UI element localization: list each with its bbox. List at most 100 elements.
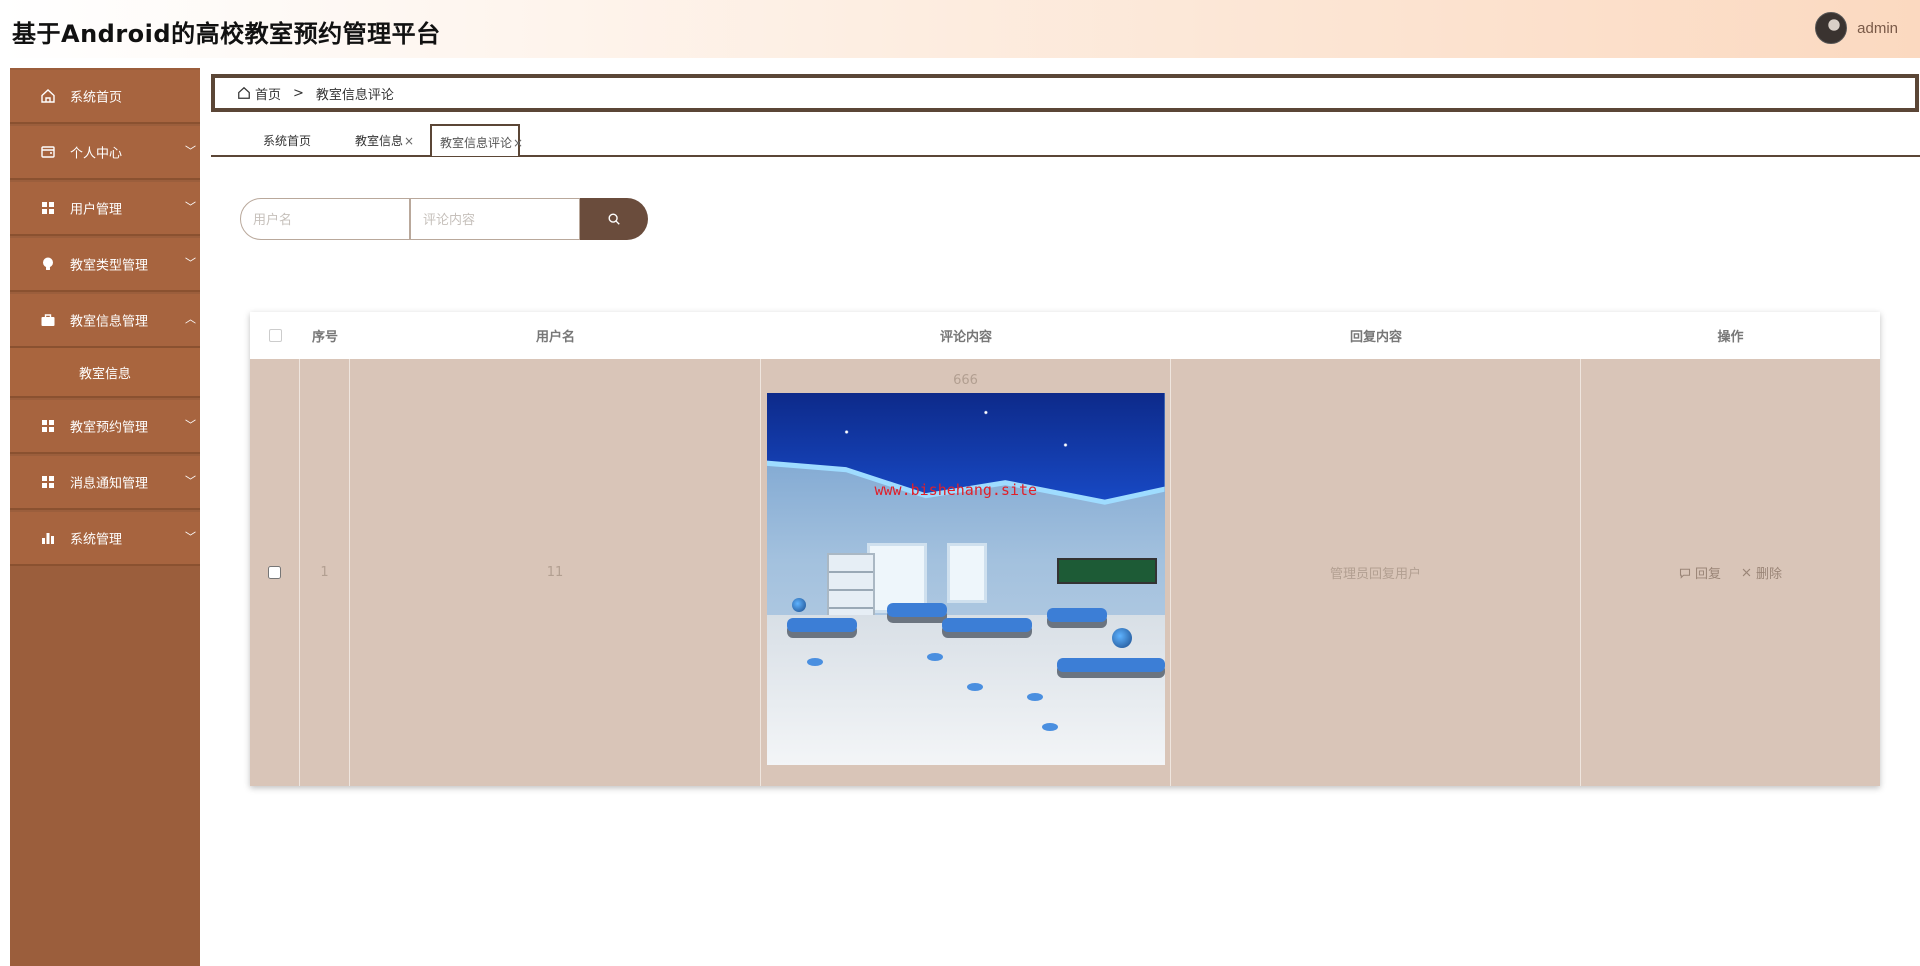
tab-home[interactable]: 系统首页 [255,124,319,156]
username-search-input[interactable] [240,198,410,240]
tab-classroom-info[interactable]: 教室信息× [347,124,422,156]
chevron-down-icon: ﹀ [185,530,196,544]
sidebar-subitem-classroom-info[interactable]: 教室信息 [10,348,200,398]
header-comment: 评论内容 [761,312,1171,359]
image-stool [966,683,983,691]
chevron-down-icon: ﹀ [185,200,196,214]
sidebar-item-label: 系统首页 [70,90,123,106]
sidebar-item-classroom-info[interactable]: 教室信息管理 ︿ [10,294,200,348]
breadcrumb-home-label: 首页 [255,87,282,103]
breadcrumb-home[interactable]: 首页 [237,84,281,103]
image-desk [941,618,1032,632]
grid-icon [42,420,54,432]
header-username-label: 用户名 [535,330,575,345]
sidebar-item-reservation[interactable]: 教室预约管理 ﹀ [10,400,200,454]
image-stool [1041,723,1058,731]
delete-button[interactable]: 删除 [1741,563,1782,582]
image-stool [1026,693,1043,701]
search-button[interactable] [580,198,648,240]
sidebar-item-label: 教室类型管理 [70,258,149,274]
comments-table: 序号 用户名 评论内容 回复内容 操作 1 11 666 www.bisheha… [250,312,1880,786]
tab-bar: 系统首页 教室信息× 教室信息评论× [211,124,1920,157]
row-reply-cell: 管理员回复用户 [1171,359,1581,786]
username-label[interactable]: admin [1857,20,1898,37]
row-index-cell: 1 [300,359,350,786]
row-select-cell [250,359,300,786]
briefcase-icon [41,314,55,326]
row-index: 1 [320,565,329,580]
reply-label: 回复 [1694,567,1721,582]
sidebar-item-label: 用户管理 [70,202,123,218]
tab-label: 系统首页 [263,134,312,148]
header-index: 序号 [300,312,350,359]
row-username: 11 [546,565,564,580]
close-icon[interactable]: × [404,134,414,148]
row-comment-cell: 666 www.bishehang.site [761,359,1171,786]
image-globe [1111,628,1132,648]
close-icon [1742,568,1751,577]
row-comment-text: 666 [953,373,978,388]
sidebar-item-label: 个人中心 [70,146,123,162]
header-select-cell [250,312,300,359]
search-icon [608,213,620,225]
sidebar-item-system[interactable]: 系统管理 ﹀ [10,512,200,566]
reply-button[interactable]: 回复 [1679,563,1721,582]
image-blackboard [1056,558,1157,584]
sidebar-item-personal-center[interactable]: 个人中心 ﹀ [10,126,200,180]
sidebar-item-user-management[interactable]: 用户管理 ﹀ [10,182,200,236]
user-menu[interactable]: admin [1815,12,1898,44]
image-window [946,543,987,603]
header-comment-label: 评论内容 [939,330,992,345]
chevron-up-icon: ︿ [185,312,196,326]
select-all-checkbox[interactable] [268,329,282,342]
tab-label: 教室信息评论 [440,136,513,150]
breadcrumb-separator: > [293,85,304,101]
image-watermark: www.bishehang.site [874,481,1038,499]
sidebar-item-label: 消息通知管理 [70,476,149,492]
grid-icon [42,202,54,214]
avatar[interactable] [1815,12,1848,44]
row-actions-cell: 回复 删除 [1581,359,1880,786]
bar-chart-icon [42,533,54,544]
chevron-down-icon: ﹀ [185,418,196,432]
sidebar-item-notifications[interactable]: 消息通知管理 ﹀ [10,456,200,510]
chevron-down-icon: ﹀ [185,474,196,488]
tab-classroom-comments[interactable]: 教室信息评论× [430,124,523,156]
header-reply: 回复内容 [1171,312,1581,359]
sidebar-item-label: 教室预约管理 [70,420,149,436]
breadcrumb: 首页 > 教室信息评论 [211,74,1919,112]
image-stool [926,653,943,661]
row-username-cell: 11 [350,359,761,786]
bulb-icon [43,257,53,270]
chevron-down-icon: ﹀ [185,256,196,270]
table-header: 序号 用户名 评论内容 回复内容 操作 [250,312,1880,359]
sidebar: 系统首页 个人中心 ﹀ 用户管理 ﹀ 教室类型管理 ﹀ 教室信息管理 ︿ 教室信… [10,68,200,966]
sidebar-item-home[interactable]: 系统首页 [10,70,200,124]
table-row: 1 11 666 www.bishehang.site 管理员回复用户 回复 删… [250,359,1880,786]
breadcrumb-current: 教室信息评论 [315,87,394,103]
header-index-label: 序号 [311,330,338,345]
delete-label: 删除 [1756,567,1783,582]
top-header: 基于Android的高校教室预约管理平台 admin [0,0,1920,58]
grid-icon [42,476,54,488]
header-actions-label: 操作 [1717,330,1744,345]
comment-search-input[interactable] [410,198,580,240]
image-desk [886,603,947,617]
image-stool [806,658,823,666]
row-reply: 管理员回复用户 [1329,567,1421,582]
row-actions: 回复 删除 [1679,563,1782,582]
row-checkbox[interactable] [268,566,281,579]
home-icon [238,86,250,99]
image-desk [786,618,857,632]
header-username: 用户名 [350,312,761,359]
image-globe [791,598,806,612]
app-title: 基于Android的高校教室预约管理平台 [12,20,441,48]
sidebar-item-classroom-type[interactable]: 教室类型管理 ﹀ [10,238,200,292]
chat-icon [1679,568,1691,579]
image-desk [1056,658,1165,672]
search-bar [240,198,648,240]
classroom-image: www.bishehang.site [766,393,1165,765]
image-floor [766,615,1165,765]
close-icon[interactable]: × [513,136,523,150]
home-icon [41,89,55,103]
